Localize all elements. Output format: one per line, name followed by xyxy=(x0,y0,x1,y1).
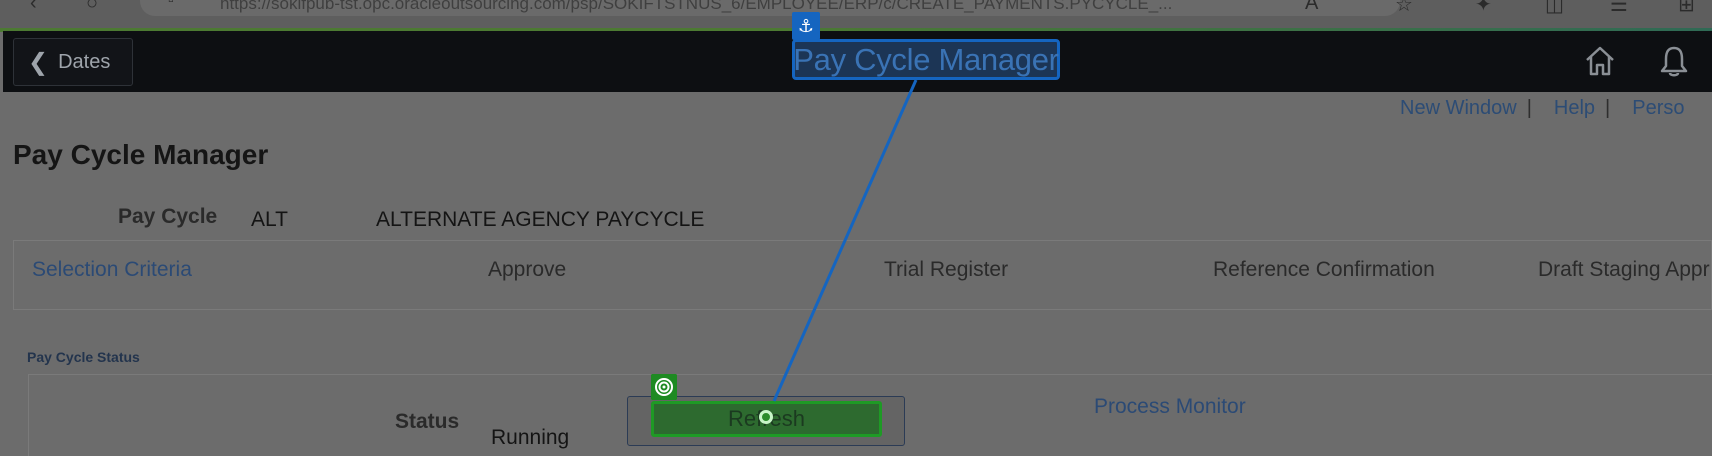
help-link[interactable]: Help xyxy=(1554,97,1595,119)
home-icon[interactable] xyxy=(1583,44,1617,78)
section-label: Pay Cycle Status xyxy=(27,349,140,365)
url-text[interactable]: https://sokifpub-tst.opc.oracleoutsourci… xyxy=(220,0,1172,14)
header-title: Pay Cycle Manager xyxy=(793,41,1059,77)
process-tabs xyxy=(13,240,1712,310)
collections-icon[interactable]: ⊞ xyxy=(1678,0,1695,17)
browser-toolbar: ‹ ○ ▫ https://sokifpub-tst.opc.oracleout… xyxy=(0,0,1712,30)
anchor-icon: ⚓ xyxy=(792,12,820,40)
read-aloud-icon[interactable]: A xyxy=(1305,0,1318,15)
target-icon xyxy=(651,374,677,400)
favorites-list-icon[interactable]: ☰ xyxy=(1610,0,1628,17)
back-button-label: Dates xyxy=(58,50,111,73)
pay-cycle-description: ALTERNATE AGENCY PAYCYCLE xyxy=(376,208,705,231)
tab-approve[interactable]: Approve xyxy=(488,258,566,282)
bell-icon[interactable] xyxy=(1657,44,1691,78)
page-title: Pay Cycle Manager xyxy=(13,139,269,170)
back-arrow-icon[interactable]: ‹ xyxy=(30,0,37,15)
utility-links: New Window | Help | Perso xyxy=(1400,97,1695,120)
split-screen-icon[interactable]: ◫ xyxy=(1545,0,1564,17)
tab-selection-criteria[interactable]: Selection Criteria xyxy=(32,258,192,282)
status-value: Running xyxy=(491,426,570,449)
tab-draft-staging-approve[interactable]: Draft Staging Appr xyxy=(1538,258,1710,282)
tab-reference-confirmation[interactable]: Reference Confirmation xyxy=(1213,258,1435,282)
chevron-left-icon: ❮ xyxy=(28,48,49,76)
pay-cycle-code: ALT xyxy=(251,208,288,231)
personalize-link[interactable]: Perso xyxy=(1632,97,1684,119)
refresh-icon[interactable]: ○ xyxy=(86,0,98,15)
back-button[interactable]: ❮ Dates xyxy=(13,38,133,86)
new-window-link[interactable]: New Window xyxy=(1400,97,1517,119)
click-point-marker xyxy=(759,410,773,424)
status-label: Status xyxy=(395,410,460,433)
header-title-highlight: Pay Cycle Manager xyxy=(792,39,1060,80)
separator: | xyxy=(1605,97,1611,119)
site-info-icon[interactable]: ▫ xyxy=(168,0,174,10)
favorite-star-icon[interactable]: ☆ xyxy=(1395,0,1413,17)
separator: | xyxy=(1526,97,1532,119)
tab-trial-register[interactable]: Trial Register xyxy=(884,258,1008,282)
process-monitor-link[interactable]: Process Monitor xyxy=(1094,395,1246,419)
extensions-icon[interactable]: ✦ xyxy=(1475,0,1492,17)
pay-cycle-label: Pay Cycle xyxy=(118,205,218,228)
